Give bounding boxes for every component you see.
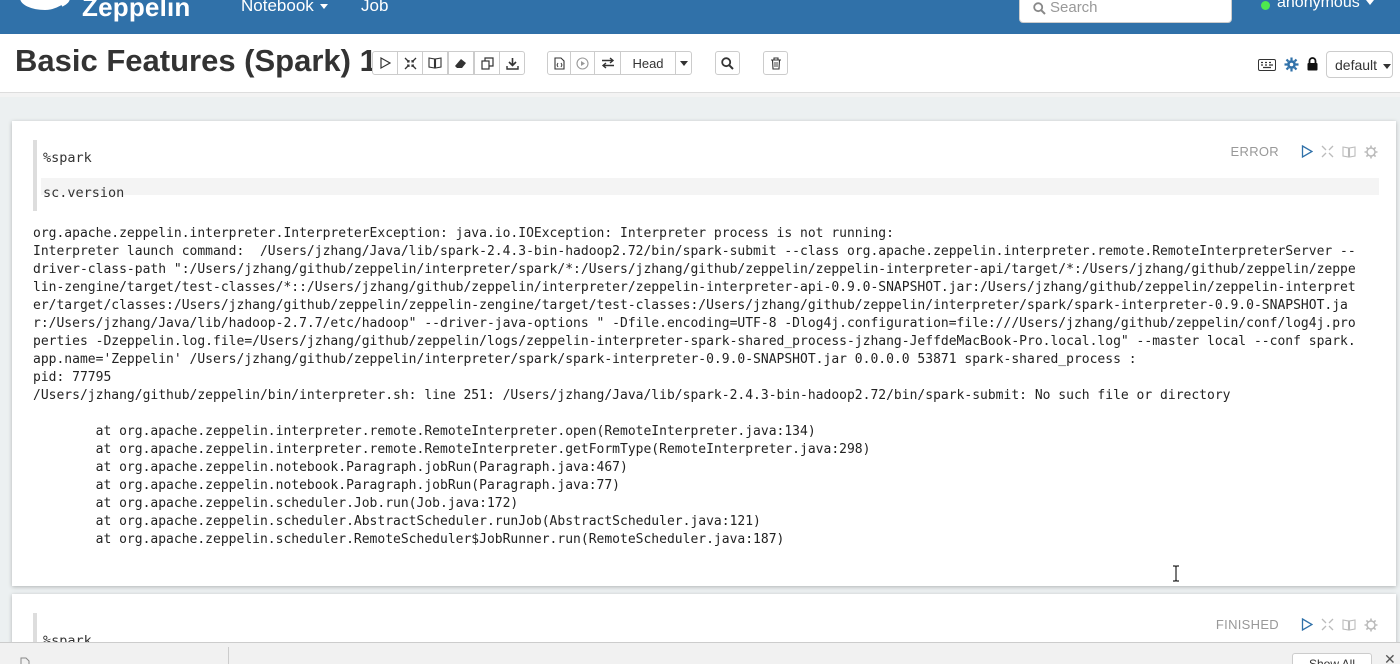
clear-output-button[interactable] (448, 51, 474, 75)
exchange-icon (601, 57, 614, 69)
notebook-title[interactable]: Basic Features (Spark) 1 (15, 43, 377, 79)
active-line-highlight (41, 178, 1379, 195)
code-editor[interactable]: %spark sc.version (33, 140, 1379, 211)
search-input[interactable]: Search (1019, 0, 1232, 23)
set-revision-button[interactable] (570, 51, 595, 75)
chevron-down-icon (1383, 63, 1392, 69)
user-menu[interactable]: anonymous (1277, 0, 1374, 12)
run-all-button[interactable] (372, 51, 398, 75)
commit-button[interactable] (547, 51, 571, 75)
user-name: anonymous (1277, 0, 1360, 11)
search-icon (721, 56, 734, 70)
toggle-code-button[interactable] (397, 51, 423, 75)
run-paragraph-play-icon[interactable] (1301, 618, 1313, 631)
delete-note-button[interactable] (763, 51, 788, 75)
search-icon (1033, 2, 1046, 15)
zeppelin-logo-icon[interactable] (14, 0, 72, 20)
brand-name[interactable]: Zeppelin (82, 0, 191, 23)
clone-note-button[interactable] (474, 51, 500, 75)
paragraph-settings-gear-icon[interactable] (1364, 145, 1378, 159)
revision-icon (576, 56, 589, 70)
trash-icon (770, 56, 781, 70)
previous-paragraph-edge (0, 93, 1400, 97)
interpreter-binding-label: default (1335, 57, 1378, 73)
file-code-icon (553, 56, 565, 70)
play-icon (380, 57, 391, 69)
copy-icon (480, 56, 494, 70)
lock-icon[interactable] (1307, 57, 1318, 71)
top-navbar: Zeppelin Notebook Job Search anonymous (0, 0, 1400, 34)
paragraph-status: ERROR (1230, 144, 1279, 159)
chevron-down-icon (1365, 0, 1374, 6)
run-paragraph-play-icon[interactable] (1301, 145, 1313, 158)
download-icon (505, 57, 519, 70)
eraser-icon (455, 59, 466, 68)
chevron-down-icon (679, 60, 688, 66)
interpreter-directive: %spark (43, 150, 92, 166)
collapse-icon (404, 57, 416, 69)
interpreter-binding-select[interactable]: default (1326, 51, 1393, 78)
file-icon (20, 657, 30, 664)
divider (228, 647, 229, 664)
revision-select[interactable]: Head (620, 51, 676, 75)
nav-notebook-menu[interactable]: Notebook (241, 0, 328, 16)
text-cursor-icon (1173, 565, 1179, 582)
paragraph-settings-gear-icon[interactable] (1364, 618, 1378, 632)
paragraph-controls: FINISHED (1216, 617, 1378, 632)
show-all-button[interactable]: Show All (1292, 653, 1372, 664)
code-line: sc.version (43, 185, 125, 201)
toggle-output-book-icon[interactable] (1342, 618, 1356, 631)
paragraph-controls: ERROR (1231, 144, 1378, 159)
browser-download-bar: Show All ✕ (0, 642, 1400, 664)
paragraph-status: FINISHED (1215, 617, 1279, 632)
close-icon[interactable]: ✕ (1384, 651, 1396, 664)
compare-revisions-button[interactable] (594, 51, 621, 75)
notebook-header: Basic Features (Spark) 1 Head default (0, 34, 1400, 93)
revision-dropdown-toggle[interactable] (675, 51, 692, 75)
chevron-down-icon (319, 4, 328, 10)
toggle-output-button[interactable] (422, 51, 448, 75)
toggle-editor-collapse-icon[interactable] (1321, 618, 1334, 631)
export-note-button[interactable] (499, 51, 525, 75)
paragraph[interactable]: %spark sc.version ERROR org.apache.zeppe… (12, 121, 1396, 586)
search-placeholder: Search (1050, 0, 1098, 16)
connection-status-icon (1261, 1, 1270, 10)
interpreter-settings-gear-icon[interactable] (1284, 57, 1299, 72)
paragraph-output-error: org.apache.zeppelin.interpreter.Interpre… (33, 226, 1356, 547)
book-icon (428, 57, 442, 69)
search-code-button[interactable] (715, 51, 740, 75)
nav-job-link[interactable]: Job (361, 0, 388, 16)
toggle-editor-collapse-icon[interactable] (1321, 145, 1334, 158)
toggle-output-book-icon[interactable] (1342, 145, 1356, 158)
nav-notebook-label: Notebook (241, 0, 314, 15)
keyboard-shortcut-icon[interactable] (1258, 59, 1276, 71)
